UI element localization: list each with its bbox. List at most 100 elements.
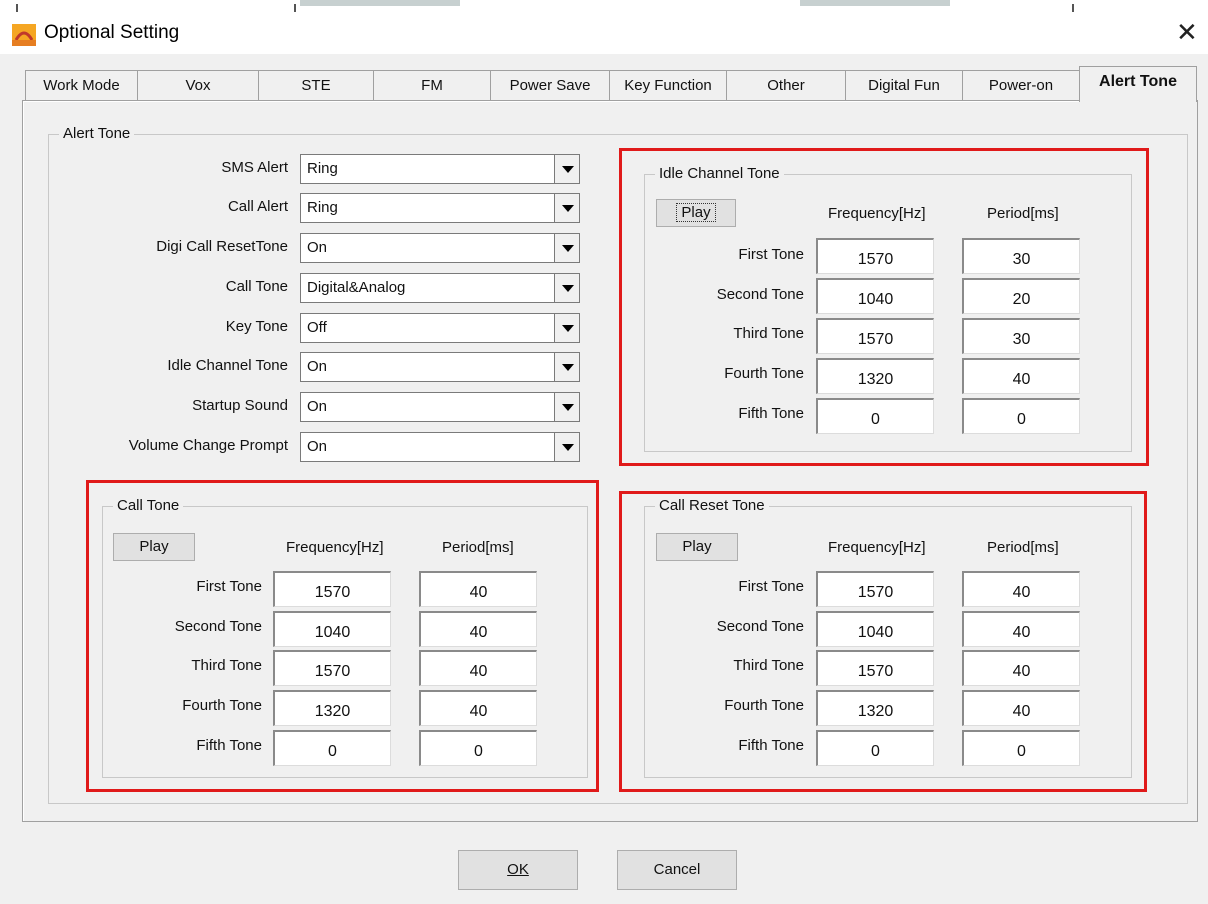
chevron-down-icon[interactable] bbox=[554, 233, 580, 263]
startup-sound-label: Startup Sound bbox=[192, 397, 288, 414]
startup-sound-select[interactable]: On bbox=[300, 392, 580, 422]
idle-third-tone-period[interactable]: 30 bbox=[962, 318, 1080, 354]
call-tone-play-button[interactable]: Play bbox=[113, 533, 195, 561]
tab-power-on[interactable]: Power-on bbox=[962, 70, 1080, 100]
idle-second-tone-period[interactable]: 20 bbox=[962, 278, 1080, 314]
reset-second-tone-frequency[interactable]: 1040 bbox=[816, 611, 934, 647]
reset-fifth-tone-label: Fifth Tone bbox=[738, 737, 804, 754]
tab-vox[interactable]: Vox bbox=[137, 70, 259, 100]
cancel-button[interactable]: Cancel bbox=[617, 850, 737, 890]
volume-change-prompt-value: On bbox=[307, 438, 328, 455]
key-tone-select[interactable]: Off bbox=[300, 313, 580, 343]
call-fourth-tone-period[interactable]: 40 bbox=[419, 690, 537, 726]
ok-button[interactable]: OK bbox=[458, 850, 578, 890]
cancel-label: Cancel bbox=[653, 861, 701, 878]
digi-call-reset-tone-select[interactable]: On bbox=[300, 233, 580, 263]
chevron-down-icon[interactable] bbox=[554, 193, 580, 223]
idle-first-tone-period[interactable]: 30 bbox=[962, 238, 1080, 274]
app-icon bbox=[12, 24, 36, 46]
close-icon[interactable]: ✕ bbox=[1176, 18, 1198, 46]
call-first-tone-frequency[interactable]: 1570 bbox=[273, 571, 391, 607]
call-fifth-tone-label: Fifth Tone bbox=[196, 737, 262, 754]
call-first-tone-period[interactable]: 40 bbox=[419, 571, 537, 607]
idle-third-tone-label: Third Tone bbox=[733, 325, 804, 342]
call-fifth-tone-frequency[interactable]: 0 bbox=[273, 730, 391, 766]
volume-change-prompt-label: Volume Change Prompt bbox=[128, 437, 288, 454]
reset-fifth-tone-frequency[interactable]: 0 bbox=[816, 730, 934, 766]
call-third-tone-frequency[interactable]: 1570 bbox=[273, 650, 391, 686]
reset-fourth-tone-period[interactable]: 40 bbox=[962, 690, 1080, 726]
call-second-tone-label: Second Tone bbox=[174, 618, 262, 635]
chevron-down-icon[interactable] bbox=[554, 352, 580, 382]
call-second-tone-period[interactable]: 40 bbox=[419, 611, 537, 647]
call-reset-play-button[interactable]: Play bbox=[656, 533, 738, 561]
sms-alert-label: SMS Alert bbox=[221, 159, 288, 176]
idle-third-tone-frequency[interactable]: 1570 bbox=[816, 318, 934, 354]
idle-channel-play-label: Play bbox=[676, 203, 716, 222]
volume-change-prompt-select[interactable]: On bbox=[300, 432, 580, 462]
call-tone-period-header: Period[ms] bbox=[442, 539, 514, 556]
tab-alert-tone[interactable]: Alert Tone bbox=[1079, 66, 1197, 102]
sms-alert-select[interactable]: Ring bbox=[300, 154, 580, 184]
reset-third-tone-label: Third Tone bbox=[733, 657, 804, 674]
call-fourth-tone-label: Fourth Tone bbox=[182, 697, 262, 714]
tab-power-save[interactable]: Power Save bbox=[490, 70, 610, 100]
window-title: Optional Setting bbox=[44, 22, 180, 43]
call-tone-value: Digital&Analog bbox=[307, 279, 406, 296]
background-window-strip bbox=[0, 0, 1208, 14]
title-bar bbox=[0, 14, 1208, 54]
alert-tone-group-title: Alert Tone bbox=[59, 125, 135, 142]
chevron-down-icon[interactable] bbox=[554, 432, 580, 462]
reset-first-tone-frequency[interactable]: 1570 bbox=[816, 571, 934, 607]
idle-channel-tone-value: On bbox=[307, 358, 328, 375]
call-alert-label: Call Alert bbox=[227, 198, 288, 215]
chevron-down-icon[interactable] bbox=[554, 313, 580, 343]
reset-fourth-tone-frequency[interactable]: 1320 bbox=[816, 690, 934, 726]
idle-first-tone-frequency[interactable]: 1570 bbox=[816, 238, 934, 274]
reset-second-tone-period[interactable]: 40 bbox=[962, 611, 1080, 647]
idle-fifth-tone-frequency[interactable]: 0 bbox=[816, 398, 934, 434]
idle-fifth-tone-period[interactable]: 0 bbox=[962, 398, 1080, 434]
idle-fourth-tone-frequency[interactable]: 1320 bbox=[816, 358, 934, 394]
call-tone-select[interactable]: Digital&Analog bbox=[300, 273, 580, 303]
call-alert-select[interactable]: Ring bbox=[300, 193, 580, 223]
tab-work-mode[interactable]: Work Mode bbox=[25, 70, 138, 100]
call-tone-label: Call Tone bbox=[225, 278, 288, 295]
idle-channel-frequency-header: Frequency[Hz] bbox=[828, 205, 926, 222]
call-second-tone-frequency[interactable]: 1040 bbox=[273, 611, 391, 647]
reset-first-tone-period[interactable]: 40 bbox=[962, 571, 1080, 607]
reset-third-tone-frequency[interactable]: 1570 bbox=[816, 650, 934, 686]
call-reset-period-header: Period[ms] bbox=[987, 539, 1059, 556]
tab-other[interactable]: Other bbox=[726, 70, 846, 100]
idle-fifth-tone-label: Fifth Tone bbox=[738, 405, 804, 422]
idle-channel-play-button[interactable]: Play bbox=[656, 199, 736, 227]
reset-fourth-tone-label: Fourth Tone bbox=[724, 697, 804, 714]
tab-fm[interactable]: FM bbox=[373, 70, 491, 100]
chevron-down-icon[interactable] bbox=[554, 392, 580, 422]
reset-fifth-tone-period[interactable]: 0 bbox=[962, 730, 1080, 766]
call-first-tone-label: First Tone bbox=[196, 578, 262, 595]
reset-first-tone-label: First Tone bbox=[738, 578, 804, 595]
idle-first-tone-label: First Tone bbox=[738, 246, 804, 263]
chevron-down-icon[interactable] bbox=[554, 273, 580, 303]
digi-call-reset-tone-value: On bbox=[307, 239, 328, 256]
idle-channel-tone-label: Idle Channel Tone bbox=[167, 357, 288, 374]
idle-channel-tone-title: Idle Channel Tone bbox=[655, 165, 784, 182]
tab-key-function[interactable]: Key Function bbox=[609, 70, 727, 100]
call-third-tone-label: Third Tone bbox=[191, 657, 262, 674]
call-third-tone-period[interactable]: 40 bbox=[419, 650, 537, 686]
idle-channel-tone-select[interactable]: On bbox=[300, 352, 580, 382]
call-fourth-tone-frequency[interactable]: 1320 bbox=[273, 690, 391, 726]
tab-ste[interactable]: STE bbox=[258, 70, 374, 100]
call-reset-frequency-header: Frequency[Hz] bbox=[828, 539, 926, 556]
key-tone-label: Key Tone bbox=[225, 318, 288, 335]
sms-alert-value: Ring bbox=[307, 160, 338, 177]
chevron-down-icon[interactable] bbox=[554, 154, 580, 184]
call-fifth-tone-period[interactable]: 0 bbox=[419, 730, 537, 766]
idle-fourth-tone-period[interactable]: 40 bbox=[962, 358, 1080, 394]
reset-third-tone-period[interactable]: 40 bbox=[962, 650, 1080, 686]
tab-digital-fun[interactable]: Digital Fun bbox=[845, 70, 963, 100]
idle-second-tone-frequency[interactable]: 1040 bbox=[816, 278, 934, 314]
idle-second-tone-label: Second Tone bbox=[716, 286, 804, 303]
reset-second-tone-label: Second Tone bbox=[716, 618, 804, 635]
